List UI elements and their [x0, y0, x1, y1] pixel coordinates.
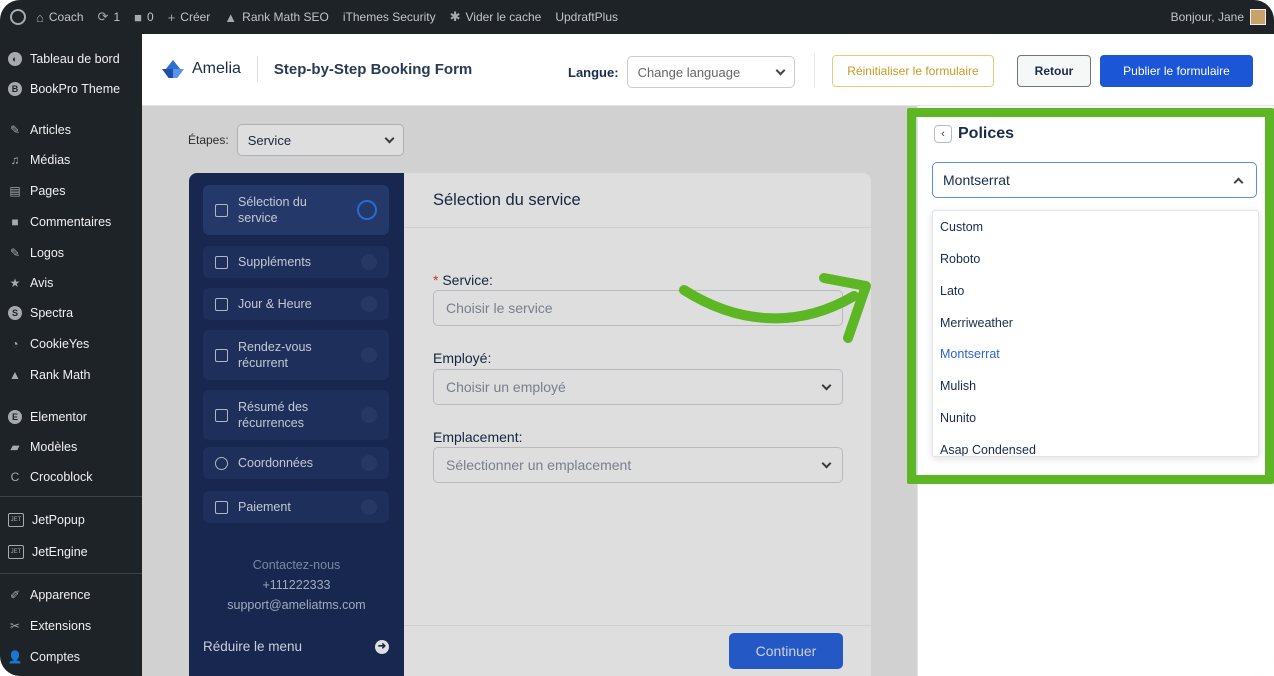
sidebar-item-rankmath[interactable]: ▲ Rank Math	[0, 362, 142, 388]
sidebar-item-crocoblock[interactable]: C Crocoblock	[0, 464, 142, 490]
sidebar-item-pages[interactable]: ▤ Pages	[0, 178, 142, 204]
plugin-icon: ✂	[9, 619, 21, 633]
sidebar-item-comments[interactable]: ■ Commentaires	[0, 209, 142, 235]
jetpopup-icon: JET	[8, 513, 24, 527]
language-select[interactable]: Change language	[626, 56, 795, 88]
amelia-logo-icon	[162, 58, 184, 80]
chevron-down-icon	[775, 65, 786, 75]
comment-icon: ■	[134, 9, 142, 25]
rankmath-icon: ▲	[224, 9, 238, 25]
form-title: Step-by-Step Booking Form	[273, 60, 473, 78]
sidebar-item-articles[interactable]: ✎ Articles	[0, 117, 142, 143]
sidebar-item-templates[interactable]: ▰ Modèles	[0, 434, 142, 460]
spectra-icon: S	[8, 306, 22, 320]
reset-form-button[interactable]: Réinitialiser le formulaire	[832, 55, 994, 87]
bookpro-icon: B	[8, 82, 22, 96]
dashboard-icon: ◐	[8, 52, 22, 66]
sidebar-item-accounts[interactable]: 👤 Comptes	[0, 644, 142, 670]
rankmath-link[interactable]: ▲ Rank Math SEO	[224, 10, 329, 25]
brush-icon: ✐	[9, 588, 21, 602]
back-button[interactable]: Retour	[1017, 55, 1091, 87]
sidebar-item-reviews[interactable]: ★ Avis	[0, 270, 142, 296]
pin-icon: ✎	[9, 123, 21, 137]
sidebar-item-jetpopup[interactable]: JET JetPopup	[0, 507, 142, 533]
highlight-frame	[907, 108, 1274, 484]
sidebar-separator	[0, 496, 142, 497]
header-divider	[256, 56, 258, 82]
admin-bar: ⌂ Coach ⟳ 1 ■ 0 + Créer ▲ Rank Math SEO iThem…	[0, 0, 1274, 34]
cache-icon: ✱	[449, 9, 461, 24]
star-icon: ★	[9, 276, 21, 290]
media-icon: ♫	[10, 153, 20, 167]
users-icon: 👤	[7, 650, 23, 664]
updraft-link[interactable]: UpdraftPlus	[555, 10, 618, 24]
create-link[interactable]: + Créer	[168, 10, 211, 25]
updates-link[interactable]: ⟳ 1	[98, 9, 121, 25]
sidebar-item-spectra[interactable]: S Spectra	[0, 300, 142, 326]
account-menu[interactable]: Bonjour, Jane	[1171, 0, 1266, 34]
language-label: Langue:	[568, 64, 619, 80]
plus-icon: +	[167, 9, 176, 25]
dim-overlay	[142, 106, 917, 676]
sidebar-item-media[interactable]: ♫ Médias	[0, 147, 142, 173]
clear-cache-link[interactable]: ✱ Vider le cache	[450, 9, 542, 25]
sidebar-item-cookieyes[interactable]: ◔ CookieYes	[0, 331, 142, 357]
comments-icon: ■	[11, 215, 19, 229]
screen: ⌂ Coach ⟳ 1 ■ 0 + Créer ▲ Rank Math SEO iThem…	[0, 0, 1274, 676]
avatar	[1250, 9, 1266, 25]
sidebar-item-jetengine[interactable]: JET JetEngine	[0, 539, 142, 565]
site-name-link[interactable]: ⌂ Coach	[36, 10, 84, 25]
language-picker: Langue: Change language	[568, 56, 795, 88]
annotation-arrow-icon	[679, 273, 871, 343]
language-select-value: Change language	[637, 64, 741, 80]
sidebar-separator	[0, 573, 142, 574]
jetengine-icon: JET	[8, 545, 24, 559]
sidebar-item-bookpro[interactable]: B BookPro Theme	[0, 76, 142, 102]
sidebar-item-appearance[interactable]: ✐ Apparence	[0, 582, 142, 608]
crocoblock-icon: C	[10, 470, 20, 484]
wordpress-logo-icon[interactable]	[10, 9, 26, 25]
comments-link[interactable]: ■ 0	[134, 10, 154, 25]
home-icon: ⌂	[36, 9, 44, 25]
header-separator	[814, 54, 815, 88]
sidebar-item-elementor[interactable]: E Elementor	[0, 404, 142, 430]
pages-icon: ▤	[9, 184, 21, 198]
cookie-icon: ◔	[11, 337, 19, 351]
folder-icon: ▰	[10, 440, 20, 454]
brand: Amelia Step-by-Step Booking Form	[162, 56, 472, 82]
sidebar-item-extensions[interactable]: ✂ Extensions	[0, 613, 142, 639]
sidebar-item-logos[interactable]: ✎ Logos	[0, 240, 142, 266]
security-link[interactable]: iThemes Security	[343, 10, 436, 24]
rankmath-icon: ▲	[9, 368, 21, 382]
elementor-icon: E	[8, 410, 22, 424]
admin-sidebar: ◐ Tableau de bord B BookPro Theme ✎ Article…	[0, 34, 142, 676]
brand-name: Amelia	[192, 60, 241, 77]
pin-icon: ✎	[9, 246, 21, 260]
publish-form-button[interactable]: Publier le formulaire	[1100, 55, 1253, 87]
form-editor-header: Amelia Step-by-Step Booking Form Langue:…	[142, 34, 1274, 106]
refresh-icon: ⟳	[97, 9, 109, 24]
sidebar-item-dashboard[interactable]: ◐ Tableau de bord	[0, 46, 142, 72]
